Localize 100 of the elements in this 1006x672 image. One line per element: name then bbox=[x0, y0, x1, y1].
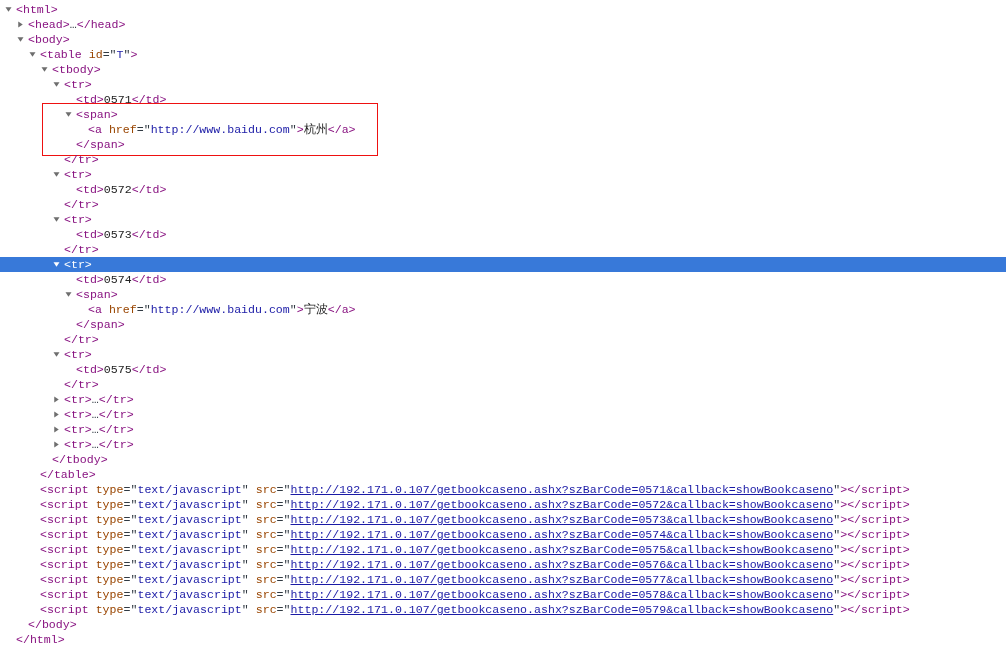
disclosure-triangle-icon[interactable] bbox=[16, 20, 25, 29]
code-text: <table id="T"> bbox=[40, 47, 138, 62]
tree-row[interactable]: <script type="text/javascript" src="http://192.171.0.107/getbookcaseno.ashx?szBarCode=0579&callback=showBookcaseno"></script> bbox=[0, 602, 1006, 617]
code-text: <script type="text/javascript" src=" bbox=[40, 542, 291, 557]
disclosure-triangle-icon[interactable] bbox=[40, 65, 49, 74]
tree-row[interactable]: <tbody> bbox=[0, 62, 1006, 77]
url-link[interactable]: http://192.171.0.107/getbookcaseno.ashx?szBarCode=0572&callback=showBookcaseno bbox=[290, 497, 834, 512]
tree-row[interactable]: <td>0574</td> bbox=[0, 272, 1006, 287]
tree-row[interactable]: <script type="text/javascript" src="http://192.171.0.107/getbookcaseno.ashx?szBarCode=0572&callback=showBookcaseno"></script> bbox=[0, 497, 1006, 512]
disclosure-triangle-icon[interactable] bbox=[64, 290, 73, 299]
tree-row[interactable]: <script type="text/javascript" src="http://192.171.0.107/getbookcaseno.ashx?szBarCode=0574&callback=showBookcaseno"></script> bbox=[0, 527, 1006, 542]
code-text: <script type="text/javascript" src=" bbox=[40, 602, 291, 617]
code-text: <td>0575</td> bbox=[76, 362, 167, 377]
tree-row[interactable]: <script type="text/javascript" src="http://192.171.0.107/getbookcaseno.ashx?szBarCode=0571&callback=showBookcaseno"></script> bbox=[0, 482, 1006, 497]
disclosure-triangle-icon[interactable] bbox=[52, 410, 61, 419]
url-link[interactable]: http://192.171.0.107/getbookcaseno.ashx?szBarCode=0574&callback=showBookcaseno bbox=[290, 527, 834, 542]
code-text: <head>…</head> bbox=[28, 17, 126, 32]
code-text: </body> bbox=[28, 617, 77, 632]
tree-row[interactable]: <span> bbox=[0, 287, 1006, 302]
disclosure-triangle-icon[interactable] bbox=[52, 440, 61, 449]
code-text: "></script> bbox=[833, 512, 910, 527]
code-text: <tr> bbox=[64, 257, 92, 272]
tree-row[interactable]: <head>…</head> bbox=[0, 17, 1006, 32]
disclosure-triangle-icon[interactable] bbox=[16, 35, 25, 44]
tree-row[interactable]: <tr> bbox=[0, 212, 1006, 227]
tree-row[interactable]: <script type="text/javascript" src="http://192.171.0.107/getbookcaseno.ashx?szBarCode=0577&callback=showBookcaseno"></script> bbox=[0, 572, 1006, 587]
url-link[interactable]: http://192.171.0.107/getbookcaseno.ashx?szBarCode=0571&callback=showBookcaseno bbox=[290, 482, 834, 497]
tree-row[interactable]: <table id="T"> bbox=[0, 47, 1006, 62]
code-text: <script type="text/javascript" src=" bbox=[40, 497, 291, 512]
code-text: <tr>…</tr> bbox=[64, 392, 134, 407]
code-text: </span> bbox=[76, 317, 125, 332]
code-text: <td>0573</td> bbox=[76, 227, 167, 242]
tree-row[interactable]: <td>0572</td> bbox=[0, 182, 1006, 197]
code-text: <body> bbox=[28, 32, 70, 47]
tree-row[interactable]: <script type="text/javascript" src="http://192.171.0.107/getbookcaseno.ashx?szBarCode=0573&callback=showBookcaseno"></script> bbox=[0, 512, 1006, 527]
code-text: </tbody> bbox=[52, 452, 108, 467]
disclosure-triangle-icon[interactable] bbox=[52, 260, 61, 269]
code-text: </table> bbox=[40, 467, 96, 482]
selected-row[interactable]: <tr> bbox=[0, 257, 1006, 272]
tree-row[interactable]: <td>0573</td> bbox=[0, 227, 1006, 242]
code-text: <tr>…</tr> bbox=[64, 422, 134, 437]
disclosure-triangle-icon[interactable] bbox=[52, 170, 61, 179]
tree-row[interactable]: <tr>…</tr> bbox=[0, 437, 1006, 452]
url-link[interactable]: http://192.171.0.107/getbookcaseno.ashx?szBarCode=0579&callback=showBookcaseno bbox=[290, 602, 834, 617]
code-text: <script type="text/javascript" src=" bbox=[40, 557, 291, 572]
code-text: <tr> bbox=[64, 167, 92, 182]
tree-row[interactable]: <tr> bbox=[0, 167, 1006, 182]
code-text: </tr> bbox=[64, 152, 99, 167]
tree-row[interactable]: <a href="http://www.baidu.com">宁波</a> bbox=[0, 302, 1006, 317]
code-text: "></script> bbox=[833, 482, 910, 497]
code-text: <td>0574</td> bbox=[76, 272, 167, 287]
url-link[interactable]: http://192.171.0.107/getbookcaseno.ashx?szBarCode=0576&callback=showBookcaseno bbox=[290, 557, 834, 572]
code-text: </tr> bbox=[64, 377, 99, 392]
code-text: <tr>…</tr> bbox=[64, 437, 134, 452]
code-text: <script type="text/javascript" src=" bbox=[40, 527, 291, 542]
disclosure-triangle-icon[interactable] bbox=[28, 50, 37, 59]
tree-row[interactable]: <tr>…</tr> bbox=[0, 407, 1006, 422]
code-text: <tr> bbox=[64, 212, 92, 227]
disclosure-triangle-icon[interactable] bbox=[4, 5, 13, 14]
code-text: "></script> bbox=[833, 602, 910, 617]
disclosure-triangle-icon[interactable] bbox=[52, 395, 61, 404]
url-link[interactable]: http://192.171.0.107/getbookcaseno.ashx?szBarCode=0577&callback=showBookcaseno bbox=[290, 572, 834, 587]
tree-row[interactable]: <tr> bbox=[0, 347, 1006, 362]
code-text: <td>0572</td> bbox=[76, 182, 167, 197]
tree-row[interactable]: <tr>…</tr> bbox=[0, 392, 1006, 407]
tree-row[interactable]: <script type="text/javascript" src="http://192.171.0.107/getbookcaseno.ashx?szBarCode=0575&callback=showBookcaseno"></script> bbox=[0, 542, 1006, 557]
tree-row[interactable]: <script type="text/javascript" src="http://192.171.0.107/getbookcaseno.ashx?szBarCode=0576&callback=showBookcaseno"></script> bbox=[0, 557, 1006, 572]
code-text: <script type="text/javascript" src=" bbox=[40, 512, 291, 527]
disclosure-triangle-icon[interactable] bbox=[52, 215, 61, 224]
code-text: <script type="text/javascript" src=" bbox=[40, 572, 291, 587]
code-text: </tr> bbox=[64, 332, 99, 347]
tree-row[interactable]: <td>0571</td> bbox=[0, 92, 1006, 107]
code-text: "></script> bbox=[833, 587, 910, 602]
tree-row[interactable]: <html> bbox=[0, 2, 1006, 17]
disclosure-triangle-icon[interactable] bbox=[52, 350, 61, 359]
code-text: <script type="text/javascript" src=" bbox=[40, 482, 291, 497]
code-text: <tbody> bbox=[52, 62, 101, 77]
code-text: </html> bbox=[16, 632, 65, 647]
code-text: <a href="http://www.baidu.com">宁波</a> bbox=[88, 302, 356, 317]
tree-row[interactable]: <script type="text/javascript" src="http://192.171.0.107/getbookcaseno.ashx?szBarCode=0578&callback=showBookcaseno"></script> bbox=[0, 587, 1006, 602]
code-text: "></script> bbox=[833, 497, 910, 512]
tree-row[interactable]: <tr>…</tr> bbox=[0, 422, 1006, 437]
code-text: </tr> bbox=[64, 197, 99, 212]
url-link[interactable]: http://192.171.0.107/getbookcaseno.ashx?szBarCode=0573&callback=showBookcaseno bbox=[290, 512, 834, 527]
disclosure-triangle-icon[interactable] bbox=[64, 110, 73, 119]
tree-row[interactable]: <body> bbox=[0, 32, 1006, 47]
tree-row[interactable]: <span> bbox=[43, 107, 356, 122]
url-link[interactable]: http://192.171.0.107/getbookcaseno.ashx?szBarCode=0575&callback=showBookcaseno bbox=[290, 542, 834, 557]
disclosure-triangle-icon[interactable] bbox=[52, 425, 61, 434]
disclosure-triangle-icon[interactable] bbox=[52, 80, 61, 89]
code-text: <tr> bbox=[64, 347, 92, 362]
code-text: </span> bbox=[76, 137, 125, 152]
tree-row[interactable]: <td>0575</td> bbox=[0, 362, 1006, 377]
code-text: <span> bbox=[76, 287, 118, 302]
code-text: "></script> bbox=[833, 557, 910, 572]
code-text: <span> bbox=[76, 107, 118, 122]
code-text: <tr> bbox=[64, 77, 92, 92]
url-link[interactable]: http://192.171.0.107/getbookcaseno.ashx?szBarCode=0578&callback=showBookcaseno bbox=[290, 587, 834, 602]
code-text: <tr>…</tr> bbox=[64, 407, 134, 422]
tree-row[interactable]: <tr> bbox=[0, 77, 1006, 92]
